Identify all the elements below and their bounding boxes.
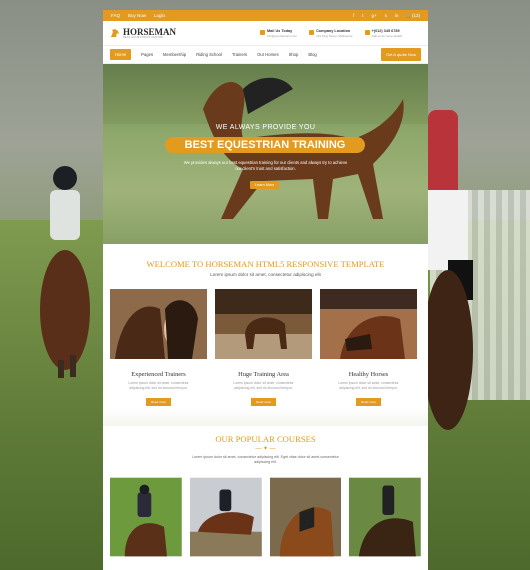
background-rider-left — [40, 166, 90, 378]
courses-section: OUR POPULAR COURSES — ✦ — Lorem ipsum do… — [103, 426, 428, 465]
facebook-icon[interactable]: f — [353, 13, 354, 19]
hero-kicker: WE ALWAYS PROVIDE YOU — [215, 124, 316, 131]
feature-title: Experienced Trainers — [131, 371, 186, 378]
courses-title: OUR POPULAR COURSES — [215, 434, 316, 445]
contact-info: Mail Us Today info@yourdomain.com Compan… — [260, 29, 402, 38]
read-more-button[interactable]: Read more — [251, 398, 276, 407]
nav-our-horses[interactable]: Our Horses — [257, 52, 278, 57]
feature-text: Lorem ipsum dolor sit amet, consectetur … — [338, 381, 399, 390]
feature-text: Lorem ipsum dolor sit amet, consectetur … — [128, 381, 189, 390]
welcome-section: WELCOME TO HORSEMAN HTML5 RESPONSIVE TEM… — [103, 244, 428, 277]
learn-more-button[interactable]: Learn More — [250, 181, 280, 189]
cart-count: (12) — [411, 12, 420, 18]
main-nav: Home Pages Membership Riding School Trai… — [103, 46, 428, 64]
course-image[interactable] — [349, 477, 421, 557]
cart-icon[interactable]: 🛒(12) — [406, 13, 420, 19]
contact-location-sub: 121 King Street, Melbourne — [316, 33, 353, 38]
nav-blog[interactable]: Blog — [308, 52, 316, 57]
faq-link[interactable]: FAQ — [111, 13, 120, 18]
contact-phone: +(012) 345 6789 Call us for more details — [364, 28, 403, 38]
feature-title: Healthy Horses — [348, 371, 389, 378]
healthy-horses-image — [320, 289, 417, 359]
hero-heading: BEST EQUESTRIAN TRAINING — [165, 137, 365, 153]
hero-horse-image — [203, 77, 404, 219]
nav-membership[interactable]: Membership — [163, 52, 186, 57]
location-icon — [309, 29, 315, 35]
courses-grid — [103, 465, 428, 557]
site-logo[interactable]: HORSEMAN BEST EQUESTRIAN CENTRE — [110, 26, 260, 39]
course-image[interactable] — [110, 477, 182, 557]
feature-card: Experienced Trainers Lorem ipsum dolor s… — [110, 289, 207, 408]
contact-phone-title: +(012) 345 6789 — [371, 28, 400, 33]
trainer-with-horse-image — [110, 289, 207, 359]
feature-title: Huge Training Area — [238, 371, 289, 378]
website-preview: FAQ Buy Now Login f t g+ s in 🛒(12) HORS… — [103, 10, 428, 570]
nav-shop[interactable]: Shop — [289, 52, 299, 57]
contact-location: Company Location 121 King Street, Melbou… — [309, 29, 353, 38]
nav-trainers[interactable]: Trainers — [232, 52, 247, 57]
courses-subtitle: Lorem ipsum dolor sit amet, consectetur … — [192, 455, 339, 465]
horse-logo-icon — [111, 29, 119, 37]
grass-divider — [103, 408, 428, 427]
hero-description: We provides always our best equestrian t… — [183, 160, 348, 171]
training-area-image — [215, 289, 312, 359]
feature-card: Healthy Horses Lorem ipsum dolor sit ame… — [320, 289, 417, 408]
nav-riding-school[interactable]: Riding School — [196, 52, 222, 57]
contact-location-title: Company Location — [316, 28, 351, 33]
site-header: HORSEMAN BEST EQUESTRIAN CENTRE Mail Us … — [103, 21, 428, 46]
nav-pages[interactable]: Pages — [141, 52, 153, 57]
twitter-icon[interactable]: t — [362, 13, 363, 19]
hero-banner: WE ALWAYS PROVIDE YOU BEST EQUESTRIAN TR… — [103, 64, 428, 244]
buy-now-link[interactable]: Buy Now — [128, 13, 146, 18]
contact-phone-sub: Call us for more details — [371, 33, 403, 38]
contact-mail-title: Mail Us Today — [267, 28, 293, 33]
top-bar: FAQ Buy Now Login f t g+ s in 🛒(12) — [103, 10, 428, 21]
skype-icon[interactable]: s — [385, 13, 387, 19]
contact-mail-sub: info@yourdomain.com — [267, 33, 298, 38]
nav-home[interactable]: Home — [110, 49, 132, 60]
linkedin-icon[interactable]: in — [395, 13, 399, 19]
phone-icon — [364, 29, 370, 35]
mail-icon — [260, 29, 265, 35]
welcome-title: WELCOME TO HORSEMAN HTML5 RESPONSIVE TEM… — [146, 259, 385, 269]
feature-text: Lorem ipsum dolor sit amet, consectetur … — [233, 381, 294, 390]
get-quote-button[interactable]: Get A quote Now — [380, 48, 421, 61]
course-image[interactable] — [189, 477, 262, 557]
background-rider-right — [428, 110, 473, 430]
course-image[interactable] — [269, 477, 342, 557]
read-more-button[interactable]: Read more — [146, 398, 171, 407]
login-link[interactable]: Login — [154, 13, 165, 18]
features-row: Experienced Trainers Lorem ipsum dolor s… — [103, 277, 428, 408]
google-plus-icon[interactable]: g+ — [371, 13, 376, 19]
brand-name: HORSEMAN — [123, 26, 177, 37]
contact-mail: Mail Us Today info@yourdomain.com — [260, 29, 297, 38]
horseshoe-divider-icon: — ✦ — — [255, 446, 276, 453]
feature-card: Huge Training Area Lorem ipsum dolor sit… — [215, 289, 312, 408]
read-more-button[interactable]: Read more — [356, 398, 381, 407]
